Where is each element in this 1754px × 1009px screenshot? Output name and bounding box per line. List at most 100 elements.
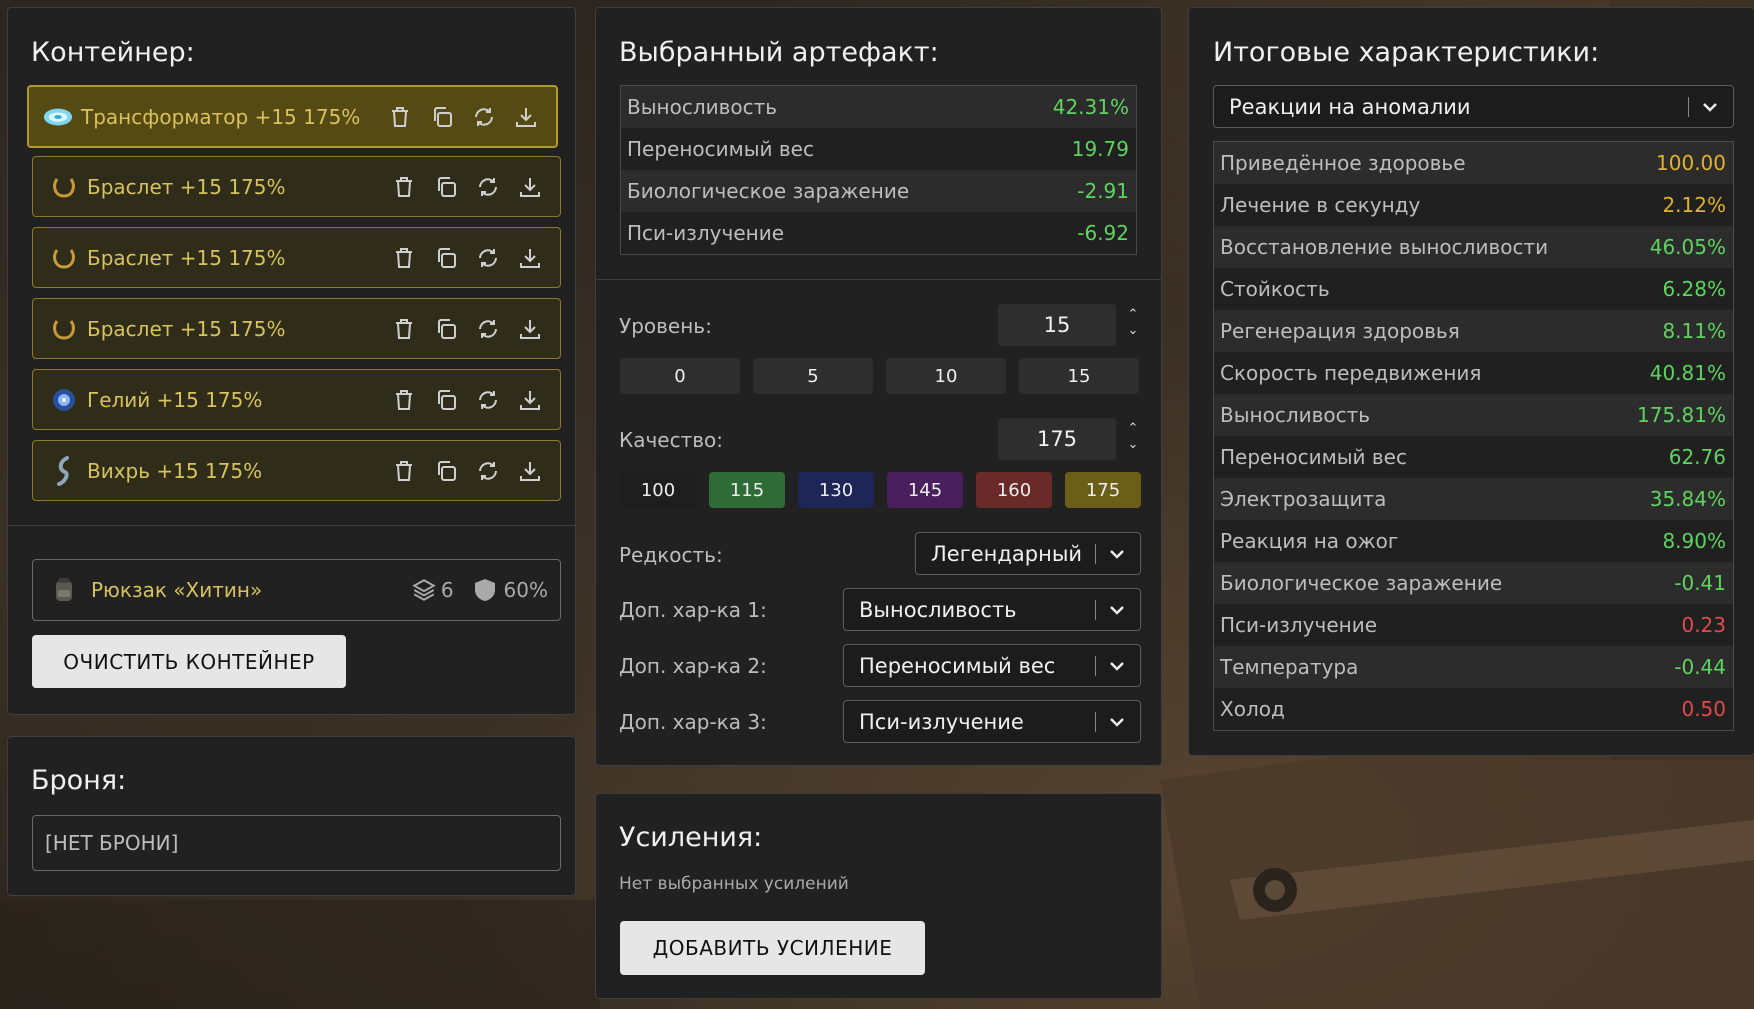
stat-name: Лечение в секунду xyxy=(1220,193,1421,217)
stat-value: -0.41 xyxy=(1674,571,1726,595)
stat-name: Регенерация здоровья xyxy=(1220,319,1460,343)
artifact-slot-2[interactable]: Браслет +15 175% xyxy=(32,156,561,217)
extra-stat-1-select[interactable]: Выносливость xyxy=(843,588,1141,631)
extra-stat-1-label: Доп. хар-ка 1: xyxy=(619,598,767,622)
download-icon[interactable] xyxy=(515,385,544,414)
quality-preset-button[interactable]: 130 xyxy=(798,472,874,508)
stat-name: Переносимый вес xyxy=(1220,445,1407,469)
quality-preset-button[interactable]: 160 xyxy=(976,472,1052,508)
backpack-slots: 6 xyxy=(440,578,454,602)
quality-preset-button[interactable]: 145 xyxy=(887,472,963,508)
artifact-slot-6[interactable]: Вихрь +15 175% xyxy=(32,440,561,501)
shield-icon xyxy=(474,578,496,602)
quality-stepper[interactable]: ⌃ ⌄ xyxy=(1124,421,1142,453)
trash-icon[interactable] xyxy=(385,102,414,131)
chevron-up-icon[interactable]: ⌃ xyxy=(1124,307,1142,323)
stat-value: -6.92 xyxy=(1077,221,1129,245)
whirl-artifact-icon xyxy=(49,455,79,486)
chevron-down-icon[interactable] xyxy=(1106,543,1128,565)
stat-name: Приведённое здоровье xyxy=(1220,151,1466,175)
chevron-down-icon[interactable] xyxy=(1106,655,1128,677)
stat-value: 100.00 xyxy=(1656,151,1726,175)
table-row: Переносимый вес 62.76 xyxy=(1214,436,1733,478)
chevron-down-icon[interactable] xyxy=(1699,96,1721,118)
quality-preset-button[interactable]: 175 xyxy=(1065,472,1141,508)
quality-preset-button[interactable]: 100 xyxy=(620,472,696,508)
table-row: Выносливость 175.81% xyxy=(1214,394,1733,436)
artifact-slot-5[interactable]: Гелий +15 175% xyxy=(32,369,561,430)
quality-label: Качество: xyxy=(619,428,723,452)
backpack-protection: 60% xyxy=(503,578,548,602)
level-preset-button[interactable]: 10 xyxy=(886,358,1006,394)
level-input[interactable]: 15 xyxy=(998,304,1116,346)
container-panel: Контейнер: Трансформатор +15 175% Брасле… xyxy=(7,7,576,715)
stat-value: 42.31% xyxy=(1052,95,1129,119)
artifact-slot-4[interactable]: Браслет +15 175% xyxy=(32,298,561,359)
copy-icon[interactable] xyxy=(431,314,460,343)
trash-icon[interactable] xyxy=(389,243,418,272)
armor-field[interactable]: [НЕТ БРОНИ] xyxy=(32,815,561,871)
copy-icon[interactable] xyxy=(431,385,460,414)
artifact-slot-1[interactable]: Трансформатор +15 175% xyxy=(27,85,558,148)
table-row: Выносливость 42.31% xyxy=(621,86,1136,128)
rarity-label: Редкость: xyxy=(619,543,723,567)
trash-icon[interactable] xyxy=(389,456,418,485)
copy-icon[interactable] xyxy=(427,102,456,131)
extra-stat-2-select[interactable]: Переносимый вес xyxy=(843,644,1141,687)
refresh-icon[interactable] xyxy=(469,102,498,131)
download-icon[interactable] xyxy=(515,243,544,272)
download-icon[interactable] xyxy=(515,172,544,201)
bracelet-artifact-icon xyxy=(49,314,79,344)
table-row: Стойкость 6.28% xyxy=(1214,268,1733,310)
boosts-empty-text: Нет выбранных усилений xyxy=(619,874,849,894)
trash-icon[interactable] xyxy=(389,385,418,414)
extra-stat-1-value: Выносливость xyxy=(859,597,1017,622)
download-icon[interactable] xyxy=(515,314,544,343)
quality-input[interactable]: 175 xyxy=(998,418,1116,460)
refresh-icon[interactable] xyxy=(473,172,502,201)
stat-value: 2.12% xyxy=(1662,193,1726,217)
level-preset-button[interactable]: 5 xyxy=(753,358,873,394)
chevron-up-icon[interactable]: ⌃ xyxy=(1124,421,1142,437)
table-row: Биологическое заражение -0.41 xyxy=(1214,562,1733,604)
bracelet-artifact-icon xyxy=(49,243,79,273)
stat-value: 0.23 xyxy=(1681,613,1726,637)
trash-icon[interactable] xyxy=(389,172,418,201)
artifact-name: Браслет +15 175% xyxy=(87,245,286,270)
refresh-icon[interactable] xyxy=(473,456,502,485)
boosts-title: Усиления: xyxy=(619,822,763,853)
stat-name: Стойкость xyxy=(1220,277,1330,301)
extra-stat-3-select[interactable]: Пси-излучение xyxy=(843,700,1141,743)
download-icon[interactable] xyxy=(511,102,540,131)
trash-icon[interactable] xyxy=(389,314,418,343)
chevron-down-icon[interactable]: ⌄ xyxy=(1124,437,1142,453)
level-preset-button[interactable]: 15 xyxy=(1019,358,1139,394)
chevron-down-icon[interactable]: ⌄ xyxy=(1124,323,1142,339)
stat-name: Электрозащита xyxy=(1220,487,1387,511)
stat-value: 46.05% xyxy=(1649,235,1726,259)
stat-value: 35.84% xyxy=(1649,487,1726,511)
stat-name: Выносливость xyxy=(1220,403,1371,427)
download-icon[interactable] xyxy=(515,456,544,485)
refresh-icon[interactable] xyxy=(473,243,502,272)
level-preset-button[interactable]: 0 xyxy=(620,358,740,394)
refresh-icon[interactable] xyxy=(473,385,502,414)
level-label: Уровень: xyxy=(619,314,712,338)
backpack-slot[interactable]: Рюкзак «Хитин» 6 60% xyxy=(32,559,561,621)
copy-icon[interactable] xyxy=(431,243,460,272)
chevron-down-icon[interactable] xyxy=(1106,711,1128,733)
chevron-down-icon[interactable] xyxy=(1106,599,1128,621)
bracelet-artifact-icon xyxy=(49,172,79,202)
refresh-icon[interactable] xyxy=(473,314,502,343)
artifact-slot-3[interactable]: Браслет +15 175% xyxy=(32,227,561,288)
totals-filter-select[interactable]: Реакции на аномалии xyxy=(1213,85,1734,128)
rarity-select[interactable]: Легендарный xyxy=(915,532,1141,575)
level-stepper[interactable]: ⌃ ⌄ xyxy=(1124,307,1142,339)
copy-icon[interactable] xyxy=(431,456,460,485)
clear-container-button[interactable]: ОЧИСТИТЬ КОНТЕЙНЕР xyxy=(32,635,346,688)
stat-name: Холод xyxy=(1220,697,1285,721)
copy-icon[interactable] xyxy=(431,172,460,201)
add-boost-button[interactable]: ДОБАВИТЬ УСИЛЕНИЕ xyxy=(620,921,925,975)
quality-preset-button[interactable]: 115 xyxy=(709,472,785,508)
table-row: Пси-излучение -6.92 xyxy=(621,212,1136,254)
